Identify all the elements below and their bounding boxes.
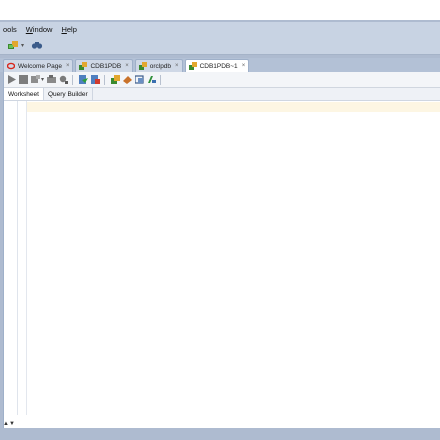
tab-welcome-page[interactable]: Welcome Page × — [3, 59, 74, 72]
scroll-down-icon[interactable]: ▼ — [9, 421, 15, 427]
sql-history-icon[interactable] — [134, 75, 144, 84]
oracle-icon — [6, 62, 16, 70]
tab-orclpdb[interactable]: orclpdb × — [134, 59, 183, 72]
close-icon[interactable]: × — [125, 63, 129, 69]
close-icon[interactable]: × — [242, 63, 246, 69]
sql-editor[interactable] — [4, 101, 440, 415]
db-connection-icon — [138, 62, 147, 70]
commit-icon[interactable] — [79, 75, 89, 84]
tab-worksheet[interactable]: Worksheet — [4, 88, 44, 100]
binoculars-icon[interactable] — [30, 39, 44, 51]
tab-label: CDB1PDB — [90, 62, 122, 70]
toolbar-separator — [104, 74, 106, 85]
scroll-controls: ▲ ▼ — [3, 420, 25, 428]
explain-plan-icon[interactable] — [47, 75, 57, 84]
chevron-down-icon[interactable]: ▾ — [41, 76, 44, 83]
toolbar-separator — [72, 74, 74, 85]
document-tab-bar: Welcome Page × CDB1PDB × orclpdb × CDB1P… — [0, 58, 440, 72]
toolbar-separator — [160, 74, 162, 85]
db-connection-icon — [188, 62, 197, 70]
main-toolbar: ▾ — [0, 36, 440, 55]
menu-tools[interactable]: ools — [3, 25, 17, 34]
tab-label: orclpdb — [149, 62, 172, 70]
line-number-gutter — [4, 101, 27, 415]
autotrace-icon[interactable] — [31, 75, 40, 84]
worksheet-subtabs: Worksheet Query Builder — [4, 88, 440, 101]
tab-cdb1pdb[interactable]: CDB1PDB × — [75, 59, 133, 72]
run-statement-icon[interactable] — [7, 75, 16, 84]
sql-worksheet-panel: ▾ Worksheet Query Builder — [3, 72, 440, 428]
clear-eraser-icon[interactable] — [123, 75, 133, 84]
tab-query-builder[interactable]: Query Builder — [44, 88, 93, 100]
format-sql-icon[interactable] — [147, 75, 157, 84]
current-line-highlight — [27, 102, 440, 112]
chevron-down-icon[interactable]: ▾ — [21, 42, 24, 49]
menu-bar: ools Window Help — [0, 22, 440, 36]
top-margin — [0, 0, 440, 20]
menu-window[interactable]: Window — [26, 25, 53, 34]
unshared-sql-icon[interactable] — [111, 75, 121, 84]
tab-label: Welcome Page — [18, 62, 62, 70]
close-icon[interactable]: × — [175, 63, 179, 69]
gutter-divider — [17, 101, 18, 415]
worksheet-toolbar: ▾ — [4, 72, 440, 88]
menu-help[interactable]: Help — [61, 25, 76, 34]
rollback-icon[interactable] — [91, 75, 101, 84]
db-connection-icon — [79, 62, 88, 70]
sql-tuning-icon[interactable] — [59, 75, 69, 84]
tab-cdb1pdb-1[interactable]: CDB1PDB~1 × — [184, 59, 250, 72]
tab-label: CDB1PDB~1 — [199, 62, 238, 70]
connection-add-icon[interactable] — [6, 39, 20, 51]
run-script-icon[interactable] — [19, 75, 28, 84]
status-bar — [0, 428, 440, 440]
close-icon[interactable]: × — [66, 63, 70, 69]
